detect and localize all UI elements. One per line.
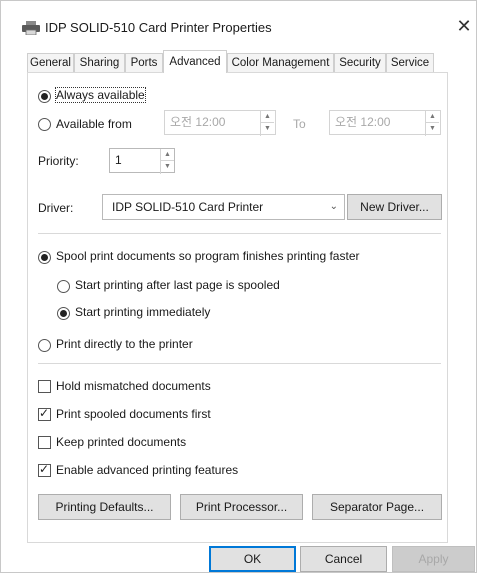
- enable-advanced-checkbox[interactable]: [38, 462, 51, 477]
- spin-down-icon[interactable]: ▼: [261, 123, 274, 135]
- available-from-radio[interactable]: [38, 118, 51, 131]
- start-after-last-page-label[interactable]: Start printing after last page is spoole…: [75, 278, 280, 292]
- priority-value: 1: [115, 153, 122, 167]
- start-immediately-radio[interactable]: [57, 307, 70, 320]
- title-bar: IDP SOLID-510 Card Printer Properties ✕: [1, 1, 476, 41]
- keep-printed-label[interactable]: Keep printed documents: [56, 435, 186, 449]
- to-time-value: 오전 12:00: [335, 115, 391, 129]
- start-after-last-page-radio[interactable]: [57, 280, 70, 293]
- available-from-label[interactable]: Available from: [56, 117, 132, 131]
- print-directly-radio[interactable]: [38, 339, 51, 352]
- divider: [38, 233, 441, 234]
- to-time-spinner[interactable]: ▲ ▼: [425, 111, 439, 136]
- priority-spinner[interactable]: ▲ ▼: [160, 149, 174, 174]
- cancel-button[interactable]: Cancel: [300, 546, 387, 572]
- spin-down-icon[interactable]: ▼: [161, 161, 174, 173]
- close-icon[interactable]: ✕: [453, 16, 475, 38]
- start-immediately-label[interactable]: Start printing immediately: [75, 305, 210, 319]
- apply-button[interactable]: Apply: [392, 546, 475, 572]
- printer-properties-dialog: IDP SOLID-510 Card Printer Properties ✕ …: [0, 0, 477, 573]
- hold-mismatched-checkbox[interactable]: [38, 380, 51, 393]
- spin-up-icon[interactable]: ▲: [261, 111, 274, 123]
- window-title: IDP SOLID-510 Card Printer Properties: [45, 20, 272, 35]
- ok-button[interactable]: OK: [209, 546, 296, 572]
- chevron-down-icon: ⌄: [329, 201, 338, 212]
- printing-defaults-button[interactable]: Printing Defaults...: [38, 494, 171, 520]
- always-available-label[interactable]: Always available: [55, 87, 146, 103]
- driver-selected-value: IDP SOLID-510 Card Printer: [112, 200, 264, 214]
- driver-label: Driver:: [38, 201, 74, 215]
- driver-dropdown[interactable]: IDP SOLID-510 Card Printer ⌄: [102, 194, 345, 220]
- always-available-radio[interactable]: [38, 90, 51, 103]
- print-spooled-first-checkbox[interactable]: [38, 406, 51, 421]
- tab-color-management[interactable]: Color Management: [227, 53, 334, 72]
- tab-service[interactable]: Service: [386, 53, 434, 72]
- tab-security[interactable]: Security: [334, 53, 386, 72]
- to-label: To: [293, 117, 306, 131]
- spin-up-icon[interactable]: ▲: [426, 111, 439, 123]
- print-spooled-first-label[interactable]: Print spooled documents first: [56, 407, 211, 421]
- printer-icon: [22, 21, 40, 35]
- tab-sharing[interactable]: Sharing: [74, 53, 125, 72]
- enable-advanced-label[interactable]: Enable advanced printing features: [56, 463, 238, 477]
- spin-down-icon[interactable]: ▼: [426, 123, 439, 135]
- print-processor-button[interactable]: Print Processor...: [180, 494, 303, 520]
- tab-general[interactable]: General: [27, 53, 74, 72]
- from-time-value: 오전 12:00: [170, 115, 226, 129]
- tab-advanced[interactable]: Advanced: [163, 50, 227, 73]
- priority-label: Priority:: [38, 154, 79, 168]
- new-driver-button[interactable]: New Driver...: [347, 194, 442, 220]
- keep-printed-checkbox[interactable]: [38, 436, 51, 449]
- spin-up-icon[interactable]: ▲: [161, 149, 174, 161]
- spool-radio[interactable]: [38, 251, 51, 264]
- separator-page-button[interactable]: Separator Page...: [312, 494, 442, 520]
- divider: [38, 363, 441, 364]
- spool-label[interactable]: Spool print documents so program finishe…: [56, 249, 360, 263]
- print-directly-label[interactable]: Print directly to the printer: [56, 337, 193, 351]
- tab-ports[interactable]: Ports: [125, 53, 163, 72]
- from-time-spinner[interactable]: ▲ ▼: [260, 111, 274, 136]
- hold-mismatched-label[interactable]: Hold mismatched documents: [56, 379, 211, 393]
